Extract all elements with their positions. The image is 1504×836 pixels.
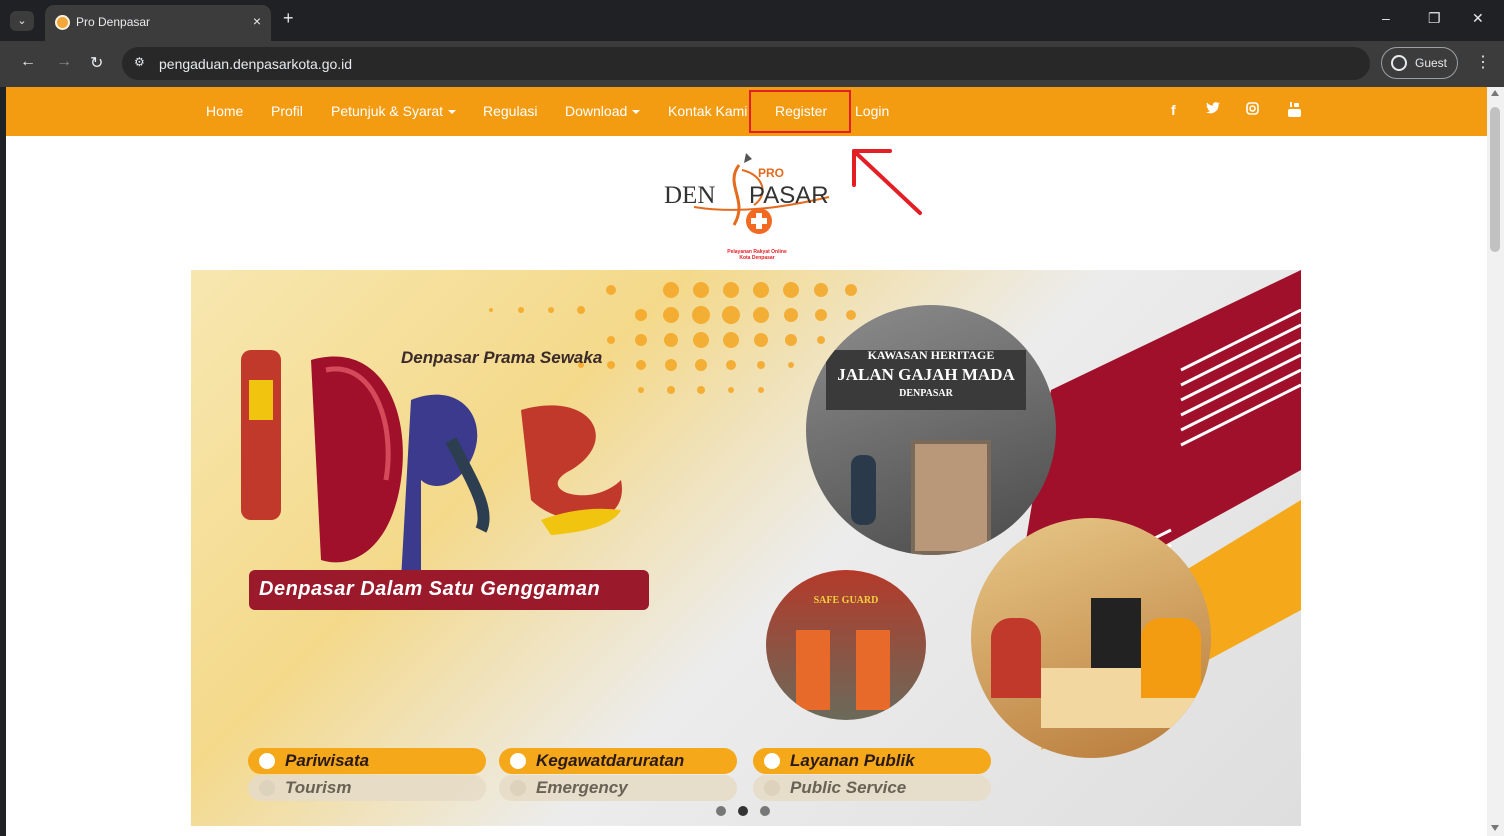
site-navbar: Home Profil Petunjuk & Syarat Regulasi D…: [6, 87, 1487, 136]
profile-icon: [1391, 55, 1407, 71]
web-page: Home Profil Petunjuk & Syarat Regulasi D…: [6, 87, 1487, 836]
nav-login[interactable]: Login: [855, 103, 889, 119]
instagram-icon[interactable]: [1246, 102, 1259, 118]
nav-download[interactable]: Download: [565, 103, 641, 119]
tab-search-button[interactable]: ⌄: [10, 11, 34, 31]
pill-sub-label: Emergency: [536, 778, 628, 797]
favicon-icon: [55, 15, 70, 30]
facebook-icon[interactable]: f: [1171, 102, 1176, 118]
nav-petunjuk-syarat[interactable]: Petunjuk & Syarat: [331, 103, 457, 119]
nav-kontak-kami[interactable]: Kontak Kami: [668, 103, 747, 119]
hero-banner[interactable]: Denpasar Prama Sewaka Denpasar Dalam Sat…: [191, 270, 1301, 826]
pill-sub-label: Tourism: [285, 778, 352, 797]
pill-main-label: Kegawatdaruratan: [536, 751, 685, 770]
site-info-icon[interactable]: ⚙: [134, 55, 145, 69]
address-bar[interactable]: ⚙ pengaduan.denpasarkota.go.id: [122, 47, 1370, 80]
bullet-icon: [764, 753, 780, 769]
carousel-dot-2[interactable]: [738, 806, 748, 816]
youtube-icon[interactable]: [1288, 102, 1301, 120]
bullet-icon: [510, 753, 526, 769]
slogan-text: Denpasar Dalam Satu Genggaman: [259, 578, 601, 600]
category-pill-pariwisata[interactable]: Pariwisata Tourism: [248, 748, 486, 801]
bullet-icon: [764, 780, 780, 796]
photo-sign-3: DENPASAR: [899, 388, 953, 399]
minimize-button[interactable]: –: [1382, 10, 1390, 26]
logo-den-text: DEN: [664, 182, 715, 209]
carousel-indicators: [716, 806, 776, 818]
tab-title: Pro Denpasar: [76, 15, 151, 29]
nav-regulasi[interactable]: Regulasi: [483, 103, 537, 119]
page-scrollbar[interactable]: [1487, 87, 1504, 836]
pro-denpasar-logo[interactable]: DEN PRO PASAR Pelayanan Rakyat Online Ko…: [654, 145, 834, 263]
browser-menu-icon[interactable]: ⋮: [1475, 52, 1491, 72]
tab-close-icon[interactable]: ×: [253, 13, 261, 29]
photo-sign-1: KAWASAN HERITAGE: [867, 348, 995, 362]
logo-tagline-2: Kota Denpasar: [739, 255, 774, 261]
nav-home[interactable]: Home: [206, 103, 243, 119]
close-window-button[interactable]: ✕: [1472, 10, 1484, 27]
nav-profil[interactable]: Profil: [271, 103, 303, 119]
carousel-dot-1[interactable]: [716, 806, 726, 816]
profile-label: Guest: [1415, 56, 1448, 70]
browser-tab[interactable]: Pro Denpasar ×: [45, 5, 271, 41]
annotation-arrow-icon: [852, 149, 922, 215]
photo-public-service: [971, 518, 1211, 758]
pill-main-label: Pariwisata: [285, 751, 370, 770]
url-text[interactable]: pengaduan.denpasarkota.go.id: [159, 56, 352, 72]
new-tab-button[interactable]: +: [283, 8, 294, 29]
browser-toolbar: ← → ↻ ⚙ pengaduan.denpasarkota.go.id Gue…: [0, 41, 1504, 87]
photo-ambulance-label: SAFE GUARD: [813, 595, 879, 606]
reload-button[interactable]: ↻: [90, 53, 103, 73]
register-highlight-box: [749, 90, 851, 133]
bullet-icon: [259, 780, 275, 796]
banner-title: Denpasar Prama Sewaka: [401, 348, 603, 367]
logo-pro-text: PRO: [758, 166, 784, 180]
bullet-icon: [510, 780, 526, 796]
pill-main-label: Layanan Publik: [790, 751, 915, 770]
scroll-thumb[interactable]: [1490, 107, 1500, 252]
pill-sub-label: Public Service: [790, 778, 907, 797]
carousel-dot-3[interactable]: [760, 806, 770, 816]
twitter-icon[interactable]: [1206, 102, 1220, 117]
back-button[interactable]: ←: [20, 53, 36, 71]
category-pill-kegawatdaruratan[interactable]: Kegawatdaruratan Emergency: [499, 748, 737, 801]
restore-button[interactable]: ❐: [1428, 10, 1441, 27]
category-pill-layanan-publik[interactable]: Layanan Publik Public Service: [753, 748, 991, 801]
forward-button[interactable]: →: [56, 53, 72, 71]
browser-tabstrip: ⌄ Pro Denpasar × + – ❐ ✕: [0, 0, 1504, 41]
logo-pasar-text: PASAR: [749, 182, 829, 209]
scroll-down-icon[interactable]: [1491, 825, 1499, 831]
scroll-up-icon[interactable]: [1491, 90, 1499, 96]
profile-button[interactable]: Guest: [1381, 47, 1458, 79]
slogan-ribbon: Denpasar Dalam Satu Genggaman: [249, 570, 649, 610]
bullet-icon: [259, 753, 275, 769]
chevron-down-icon: [448, 110, 457, 115]
photo-sign-2: JALAN GAJAH MADA: [837, 365, 1015, 384]
photo-emergency-team: SAFE GUARD: [766, 570, 926, 720]
chevron-down-icon: [632, 110, 641, 115]
photo-heritage-street: KAWASAN HERITAGE JALAN GAJAH MADA DENPAS…: [806, 305, 1056, 555]
